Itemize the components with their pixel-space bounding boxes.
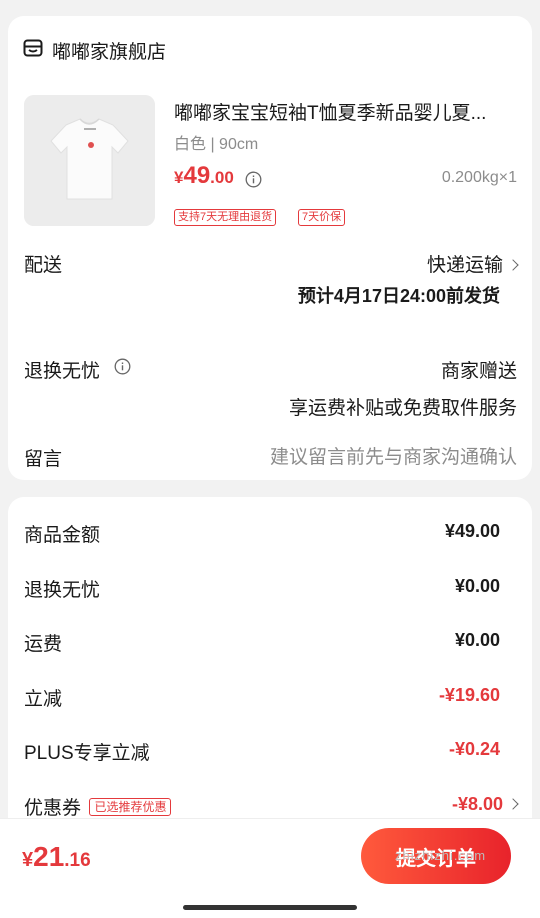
order-card: 嘟嘟家旗舰店 嘟嘟家宝宝短袖T恤夏季新品婴儿夏... 白色 | 90cm ¥49… (8, 16, 532, 480)
fee-value-return-service: ¥0.00 (454, 576, 500, 596)
return-policy-tag-wrap: 支持7天无理由退货 (174, 207, 277, 226)
coupon-selector[interactable]: -¥8.00 (451, 794, 519, 815)
coupon-recommended-badge: 已选推荐优惠 (89, 798, 172, 816)
return-service-label-wrap: 退换无忧 (24, 356, 100, 383)
return-service-value: 商家赠送 (440, 361, 517, 382)
message-label: 留言 (24, 449, 63, 470)
delivery-label: 配送 (24, 255, 63, 276)
info-icon[interactable] (114, 358, 131, 375)
total-price: ¥21.16 (22, 841, 91, 873)
fee-value-plus-discount: -¥0.24 (448, 739, 500, 759)
product-thumbnail[interactable] (24, 95, 155, 226)
price-integer: 49 (183, 162, 211, 189)
watermark: zhizhizhi.com (395, 848, 487, 863)
delivery-method: 快递运输 (426, 255, 503, 276)
return-service-label: 退换无忧 (24, 361, 101, 382)
return-policy-tag: 支持7天无理由退货 (174, 209, 277, 226)
fee-value-coupon: -¥8.00 (451, 794, 503, 814)
product-title[interactable]: 嘟嘟家宝宝短袖T恤夏季新品婴儿夏... (174, 98, 512, 125)
store-icon (23, 39, 43, 57)
checkout-bar: ¥21.16 提交订单 (0, 818, 540, 918)
product-weight-quantity: 0.200kg×1 (441, 169, 517, 186)
chevron-right-icon (507, 259, 519, 271)
fee-value-shipping: ¥0.00 (454, 630, 500, 650)
info-icon[interactable] (245, 171, 262, 188)
coupon-label-wrap: 优惠券 已选推荐优惠 (24, 793, 172, 820)
store-name[interactable]: 嘟嘟家旗舰店 (52, 37, 166, 64)
price-decimal: .00 (210, 168, 234, 187)
fee-label-discount: 立减 (24, 689, 63, 710)
fee-label-return-service: 退换无忧 (24, 580, 101, 601)
delivery-eta: 预计4月17日24:00前发货 (297, 286, 500, 306)
return-service-desc: 享运费补贴或免费取件服务 (288, 398, 517, 419)
product-spec[interactable]: 白色 | 90cm (174, 130, 258, 154)
fee-label-plus-discount: PLUS专享立减 (24, 743, 150, 764)
delivery-method-selector[interactable]: 快递运输 (426, 250, 519, 277)
product-price: ¥49.00 (174, 162, 234, 190)
price-protection-tag-wrap: 7天价保 (298, 207, 346, 226)
price-protection-tag: 7天价保 (298, 209, 346, 226)
total-symbol: ¥ (22, 849, 34, 871)
fee-value-goods: ¥49.00 (444, 521, 500, 541)
chevron-right-icon (507, 798, 519, 810)
fee-label-shipping: 运费 (24, 634, 63, 655)
message-input[interactable]: 建议留言前先与商家沟通确认 (270, 442, 517, 469)
tshirt-image (24, 95, 155, 226)
fee-label-goods: 商品金额 (24, 525, 101, 546)
fee-label-coupon: 优惠券 (24, 798, 82, 819)
total-decimal: .16 (64, 850, 91, 871)
home-indicator (183, 905, 357, 910)
total-integer: 21 (33, 841, 65, 872)
fee-summary-card: 商品金额 ¥49.00 退换无忧 ¥0.00 运费 ¥0.00 立减 -¥19.… (8, 497, 532, 837)
fee-value-discount: -¥19.60 (438, 685, 500, 705)
